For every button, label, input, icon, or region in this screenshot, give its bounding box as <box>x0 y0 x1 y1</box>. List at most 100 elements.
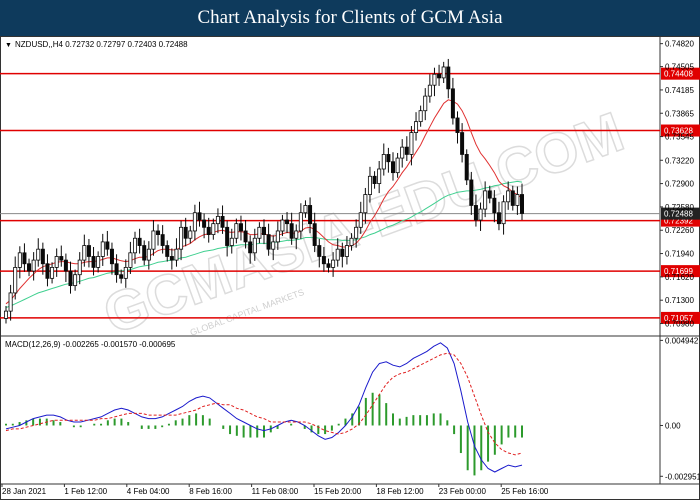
candle-bearish <box>243 230 248 243</box>
macd-tick-label: -0.002951 <box>665 472 700 481</box>
candle-bullish <box>363 194 368 214</box>
candle-bearish <box>183 226 188 239</box>
candle-bullish <box>54 256 59 268</box>
candle-bearish <box>220 215 225 228</box>
candle-bullish <box>188 230 193 239</box>
candle-bearish <box>340 248 345 257</box>
candle-bearish <box>285 219 290 225</box>
candle-bullish <box>36 248 41 261</box>
candle-bearish <box>238 223 243 232</box>
candle-bearish <box>460 132 465 155</box>
time-tick-label: 23 Feb 00:00 <box>439 487 487 496</box>
time-tick-label: 28 Jan 2021 <box>2 487 47 496</box>
price-tick-label: 0.74820 <box>665 40 694 49</box>
candle-bullish <box>367 175 372 195</box>
time-tick-label: 15 Feb 20:00 <box>314 487 362 496</box>
candle-bearish <box>317 245 322 257</box>
price-tick-label: 0.71940 <box>665 250 694 259</box>
candle-bearish <box>386 154 391 163</box>
candle-bearish <box>45 263 50 279</box>
candle-bullish <box>257 226 262 239</box>
candle-bullish <box>441 66 446 79</box>
candle-bearish <box>86 245 91 257</box>
candle-bullish <box>298 212 303 232</box>
candle-bearish <box>510 190 515 206</box>
candle-bullish <box>423 95 428 112</box>
candle-bullish <box>427 84 432 97</box>
candle-bearish <box>142 245 147 261</box>
candle-bearish <box>455 117 460 133</box>
candle-bearish <box>114 263 119 276</box>
time-tick-label: 11 Feb 08:00 <box>252 487 299 496</box>
price-tick-label: 0.74185 <box>665 86 694 95</box>
candle-bearish <box>261 226 266 236</box>
time-tick-label: 1 Feb 12:00 <box>64 487 107 496</box>
macd-tick-label: 0.00 <box>665 421 681 430</box>
candle-bullish <box>211 223 216 236</box>
candle-bearish <box>390 161 395 174</box>
candle-bearish <box>91 256 96 268</box>
candle-bearish <box>473 205 478 221</box>
candle-bullish <box>96 256 101 268</box>
candle-bearish <box>326 263 331 268</box>
candle-bearish <box>289 223 294 239</box>
candle-bearish <box>372 175 377 184</box>
candle-bearish <box>225 226 230 246</box>
macd-tick-label: 0.004942 <box>665 336 699 345</box>
candle-bullish <box>4 310 9 319</box>
candle-bearish <box>160 234 165 246</box>
candle-bearish <box>492 197 497 214</box>
candle-bearish <box>487 190 492 199</box>
candle-bullish <box>215 215 220 225</box>
candle-bullish <box>418 110 423 123</box>
candle-bullish <box>77 259 82 276</box>
candle-bearish <box>266 234 271 250</box>
candle-bullish <box>229 237 234 246</box>
symbol-header: NZDUSD,,H4 0.72732 0.72797 0.72403 0.724… <box>15 40 188 49</box>
candle-bearish <box>169 256 174 261</box>
candle-bullish <box>294 230 299 239</box>
candle-bullish <box>192 212 197 232</box>
candle-bearish <box>248 241 253 254</box>
candle-bullish <box>50 267 55 279</box>
candle-bearish <box>197 212 202 221</box>
candle-bullish <box>335 248 340 261</box>
candle-bullish <box>432 73 437 86</box>
candle-bullish <box>280 219 285 232</box>
candle-bullish <box>506 190 511 203</box>
chart-area[interactable]: GCMASIA-EDU.COMGLOBAL CAPITAL MARKETS ▼ N… <box>0 36 700 500</box>
candle-bullish <box>82 245 87 261</box>
price-tick-label: 0.70980 <box>665 320 694 329</box>
candle-bearish <box>27 263 32 272</box>
candle-bullish <box>275 230 280 243</box>
candle-bullish <box>73 274 78 287</box>
page-banner: Chart Analysis for Clients of GCM Asia <box>0 0 700 36</box>
candle-bullish <box>271 241 276 250</box>
candle-bullish <box>13 267 18 294</box>
candle-bearish <box>109 248 114 265</box>
price-tick-label: 0.72900 <box>665 180 694 189</box>
candle-bearish <box>68 270 73 287</box>
price-tick-label: 0.72580 <box>665 203 694 212</box>
candle-bearish <box>137 237 142 246</box>
candle-bearish <box>63 259 68 272</box>
candle-bullish <box>17 252 22 268</box>
candle-bullish <box>381 154 386 170</box>
price-tick-label: 0.71300 <box>665 296 694 305</box>
candle-bearish <box>40 248 45 265</box>
candle-bearish <box>437 73 442 79</box>
candle-bearish <box>308 205 313 225</box>
candle-bullish <box>400 146 405 159</box>
candle-bullish <box>377 168 382 184</box>
candle-bullish <box>349 237 354 246</box>
macd-title: MACD(12,26,9) -0.002265 -0.001570 -0.000… <box>5 340 176 349</box>
time-tick-label: 8 Feb 16:00 <box>189 487 232 496</box>
candle-bullish <box>354 226 359 239</box>
candle-bearish <box>119 274 124 279</box>
candle-bearish <box>446 66 451 90</box>
price-tick-label: 0.71620 <box>665 273 694 282</box>
candle-bearish <box>496 212 501 225</box>
candle-bullish <box>174 248 179 261</box>
candle-bearish <box>59 256 64 261</box>
symbol-marker-icon: ▼ <box>5 42 12 49</box>
